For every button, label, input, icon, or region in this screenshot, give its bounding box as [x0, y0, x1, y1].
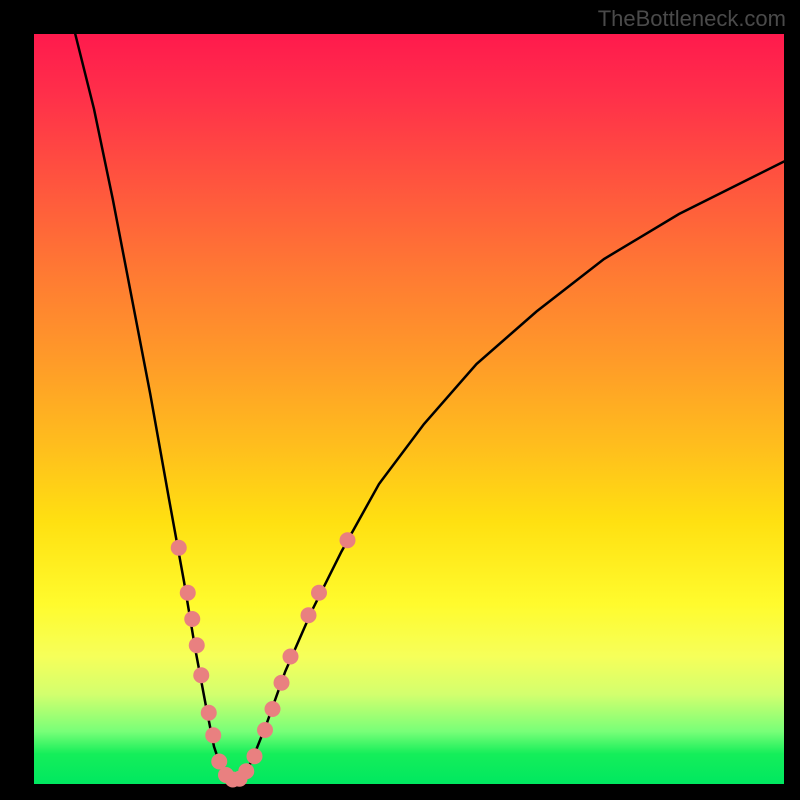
- plot-area: [34, 34, 784, 784]
- data-marker: [340, 532, 356, 548]
- data-marker: [171, 540, 187, 556]
- data-marker: [311, 585, 327, 601]
- chart-svg: [34, 34, 784, 784]
- data-marker: [193, 667, 209, 683]
- data-marker: [189, 637, 205, 653]
- data-marker: [201, 705, 217, 721]
- data-marker: [301, 607, 317, 623]
- data-marker: [180, 585, 196, 601]
- data-marker: [257, 722, 273, 738]
- data-marker: [265, 701, 281, 717]
- data-marker: [205, 727, 221, 743]
- data-marker: [238, 763, 254, 779]
- data-marker: [184, 611, 200, 627]
- chart-frame: TheBottleneck.com: [0, 0, 800, 800]
- watermark-text: TheBottleneck.com: [598, 6, 786, 32]
- data-marker: [247, 748, 263, 764]
- data-marker: [274, 675, 290, 691]
- data-marker: [283, 649, 299, 665]
- bottleneck-curve: [75, 34, 784, 780]
